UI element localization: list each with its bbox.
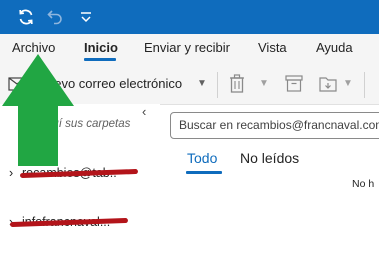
undo-icon[interactable] — [45, 7, 65, 27]
menu-archivo[interactable]: Archivo — [12, 40, 55, 55]
move-dropdown-icon[interactable]: ▼ — [343, 78, 353, 89]
new-email-dropdown-icon[interactable]: ▼ — [197, 78, 207, 89]
search-box[interactable]: Buscar en recambios@francnaval.com — [170, 112, 379, 139]
collapse-pane-icon[interactable]: ‹ — [142, 104, 146, 119]
menu-ayuda[interactable]: Ayuda — [316, 40, 353, 55]
menu-inicio[interactable]: Inicio — [84, 40, 118, 55]
archive-icon[interactable] — [285, 75, 303, 92]
menu-enviar-recibir[interactable]: Enviar y recibir — [144, 40, 230, 55]
annotation-arrow-icon — [2, 54, 74, 166]
empty-state-text: No h — [352, 178, 375, 190]
delete-dropdown-icon[interactable]: ▼ — [259, 78, 269, 89]
ribbon-separator — [364, 72, 365, 98]
search-input[interactable]: Buscar en recambios@francnaval.com — [179, 118, 379, 132]
account-expand-chevron-icon[interactable]: › — [9, 166, 13, 180]
menu-vista[interactable]: Vista — [258, 40, 287, 55]
tab-todo[interactable]: Todo — [187, 150, 217, 166]
tab-no-leidos[interactable]: No leídos — [240, 150, 299, 166]
sync-icon[interactable] — [16, 7, 36, 27]
move-icon[interactable] — [318, 74, 338, 94]
active-tab-indicator — [186, 171, 222, 174]
quick-access-dropdown-icon[interactable] — [76, 7, 96, 27]
delete-icon[interactable] — [229, 74, 245, 94]
title-bar — [0, 0, 379, 34]
active-tab-indicator — [84, 58, 116, 61]
ribbon-separator — [217, 72, 218, 98]
